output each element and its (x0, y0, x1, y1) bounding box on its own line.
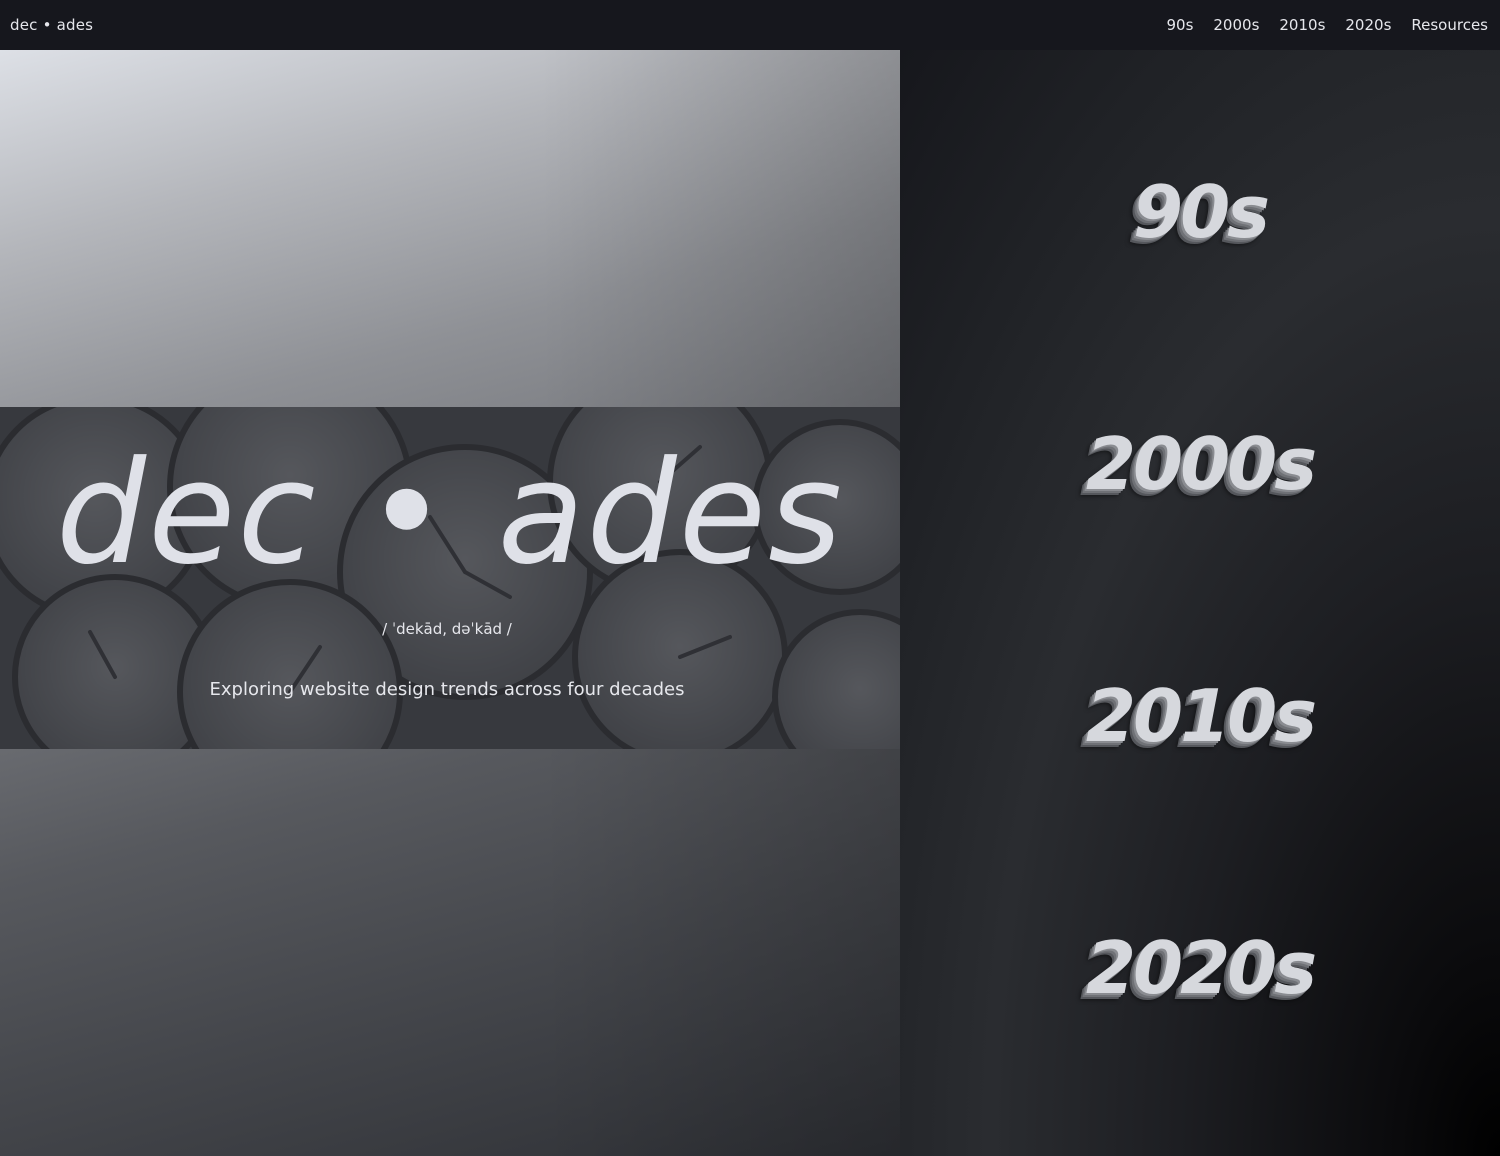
nav-link-2020s[interactable]: 2020s (1345, 16, 1391, 34)
hero-pronunciation: / ˈdekād, dəˈkād / (382, 620, 512, 638)
nav-links: 90s 2000s 2010s 2020s Resources (1166, 16, 1488, 34)
decade-link-2000s[interactable]: 2000s (900, 422, 1500, 506)
decade-link-2010s[interactable]: 2010s (900, 674, 1500, 758)
nav-link-2010s[interactable]: 2010s (1279, 16, 1325, 34)
nav-link-resources[interactable]: Resources (1411, 16, 1488, 34)
nav-link-2000s[interactable]: 2000s (1213, 16, 1259, 34)
decade-link-2020s[interactable]: 2020s (900, 926, 1500, 1010)
hero-panel: dec • ades / ˈdekād, dəˈkād / Exploring … (0, 50, 900, 1156)
hero-title: dec • ades (55, 431, 845, 596)
hero-banner: dec • ades / ˈdekād, dəˈkād / Exploring … (0, 407, 900, 749)
hero-tagline: Exploring website design trends across f… (209, 679, 685, 700)
brand-link[interactable]: dec • ades (10, 16, 93, 34)
nav-link-90s[interactable]: 90s (1166, 16, 1193, 34)
decade-link-90s[interactable]: 90s (900, 170, 1500, 254)
decades-panel: 90s 2000s 2010s 2020s (900, 50, 1500, 1156)
top-navbar: dec • ades 90s 2000s 2010s 2020s Resourc… (0, 0, 1500, 50)
